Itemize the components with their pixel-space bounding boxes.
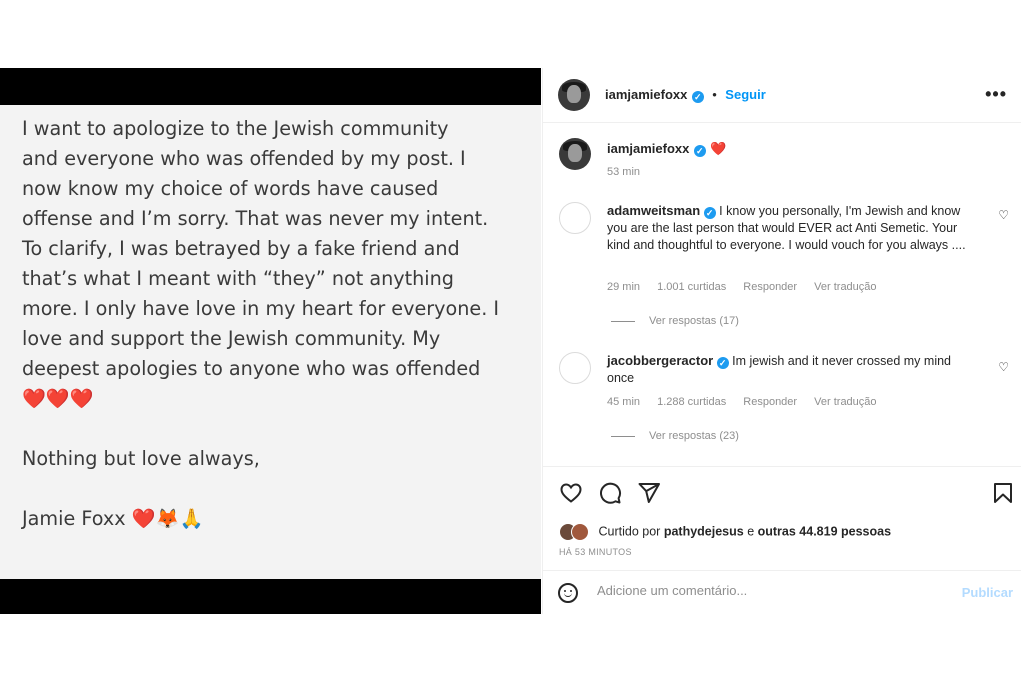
comment-body: adamweitsman ✓ I know you personally, I'… (607, 202, 977, 254)
statement-line: To clarify, I was betrayed by a fake fri… (22, 237, 460, 260)
statement-line: love and support the Jewish community. M… (22, 327, 441, 350)
verified-badge-icon: ✓ (716, 357, 729, 369)
like-comment-icon[interactable]: ♡ (998, 360, 1009, 374)
comment-body: jacobbergeractor ✓ Im jewish and it neve… (607, 352, 977, 387)
liked-by-user[interactable]: pathydejesus (664, 524, 744, 538)
verified-badge-icon: ✓ (703, 207, 716, 219)
liked-by-connector: e (747, 524, 755, 539)
signature-emojis: ❤️🦊🙏 (131, 507, 204, 530)
comment-item: adamweitsman ✓ I know you personally, I'… (559, 202, 1009, 332)
statement-line: and everyone who was offended by my post… (22, 147, 466, 170)
translate-button[interactable]: Ver tradução (814, 396, 876, 408)
like-heart-icon[interactable] (559, 481, 583, 505)
publish-button[interactable]: Publicar (962, 585, 1013, 600)
comment-likes[interactable]: 1.288 curtidas (657, 396, 726, 408)
comment-time: 29 min (607, 281, 641, 293)
comment-time: 45 min (607, 396, 641, 408)
header-username[interactable]: iamjamiefoxx (605, 87, 687, 102)
commenter-username[interactable]: adamweitsman (607, 203, 700, 218)
apology-statement: I want to apologize to the Jewish commun… (22, 114, 532, 534)
follow-button[interactable]: Seguir (725, 87, 765, 102)
post-panel: iamjamiefoxx ✓ • Seguir ••• iamjamiefoxx… (542, 68, 1021, 614)
hearts-emoji: ❤️❤️❤️ (22, 387, 94, 410)
view-replies-label: Ver respostas (23) (649, 430, 739, 442)
statement-line: offense and I’m sorry. That was never my… (22, 207, 489, 230)
liked-by-prefix: Curtido por (598, 524, 661, 539)
comment-meta: 45 min 1.288 curtidas Responder Ver trad… (607, 396, 891, 408)
comment-item: jacobbergeractor ✓ Im jewish and it neve… (559, 352, 1009, 452)
signature-name: Jamie Foxx (22, 507, 126, 530)
header-user-row: iamjamiefoxx ✓ • Seguir (605, 86, 766, 104)
liker-avatar (571, 523, 589, 541)
likes-summary: Curtido por pathydejesus e outras 44.819… (559, 523, 891, 541)
statement-line: that’s what I meant with “they” not anyt… (22, 267, 454, 290)
commenter-username[interactable]: jacobbergeractor (607, 353, 713, 368)
comment-meta: 29 min 1.001 curtidas Responder Ver trad… (607, 281, 891, 293)
statement-line: deepest apologies to anyone who was offe… (22, 357, 481, 380)
reply-button[interactable]: Responder (743, 396, 797, 408)
caption-avatar[interactable] (559, 138, 591, 170)
view-replies-label: Ver respostas (17) (649, 315, 739, 327)
caption-username[interactable]: iamjamiefoxx (607, 141, 689, 156)
post-timestamp: HÁ 53 MINUTOS (559, 547, 632, 557)
commenter-avatar[interactable] (559, 352, 591, 384)
comment-bubble-icon[interactable] (598, 481, 622, 505)
caption-time: 53 min (607, 166, 641, 178)
translate-button[interactable]: Ver tradução (814, 281, 876, 293)
add-comment-bar: Publicar (543, 570, 1021, 615)
more-options-icon[interactable]: ••• (985, 84, 1007, 105)
reply-button[interactable]: Responder (743, 281, 797, 293)
statement-line: I want to apologize to the Jewish commun… (22, 117, 449, 140)
liked-by-others[interactable]: outras 44.819 pessoas (758, 524, 891, 538)
post-image: I want to apologize to the Jewish commun… (0, 68, 541, 614)
comment-likes[interactable]: 1.001 curtidas (657, 281, 726, 293)
like-comment-icon[interactable]: ♡ (998, 208, 1009, 222)
share-paper-plane-icon[interactable] (637, 481, 661, 505)
caption-text: ❤️ (710, 141, 727, 156)
post-actions: Curtido por pathydejesus e outras 44.819… (543, 466, 1021, 571)
statement-line: more. I only have love in my heart for e… (22, 297, 500, 320)
caption-row: iamjamiefoxx ✓ ❤️ (607, 140, 726, 158)
closing-line: Nothing but love always, (22, 447, 260, 470)
view-replies-button[interactable]: Ver respostas (23) (611, 430, 739, 442)
signature-line: Jamie Foxx ❤️🦊🙏 (22, 504, 532, 534)
verified-badge-icon: ✓ (693, 145, 706, 157)
post-header: iamjamiefoxx ✓ • Seguir ••• (543, 68, 1021, 123)
author-avatar[interactable] (558, 79, 590, 111)
letterbox-bottom (0, 579, 541, 614)
statement-line: now know my choice of words have caused (22, 177, 439, 200)
view-replies-button[interactable]: Ver respostas (17) (611, 315, 739, 327)
comment-input[interactable] (597, 583, 937, 598)
emoji-smile-icon[interactable] (558, 583, 578, 603)
save-bookmark-icon[interactable] (991, 481, 1015, 505)
commenter-avatar[interactable] (559, 202, 591, 234)
verified-badge-icon: ✓ (691, 91, 704, 103)
letterbox-top (0, 68, 541, 105)
header-separator: • (712, 87, 717, 102)
